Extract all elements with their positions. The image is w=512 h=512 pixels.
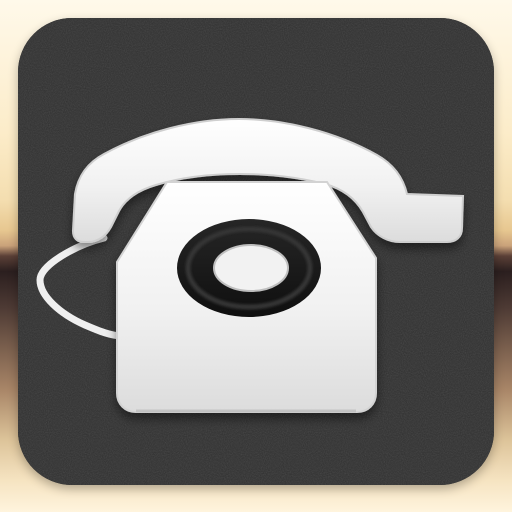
- app-icon-tile[interactable]: [18, 18, 494, 485]
- icon-canvas: [0, 0, 512, 512]
- dial-center: [213, 244, 289, 292]
- telephone-icon: [18, 18, 494, 485]
